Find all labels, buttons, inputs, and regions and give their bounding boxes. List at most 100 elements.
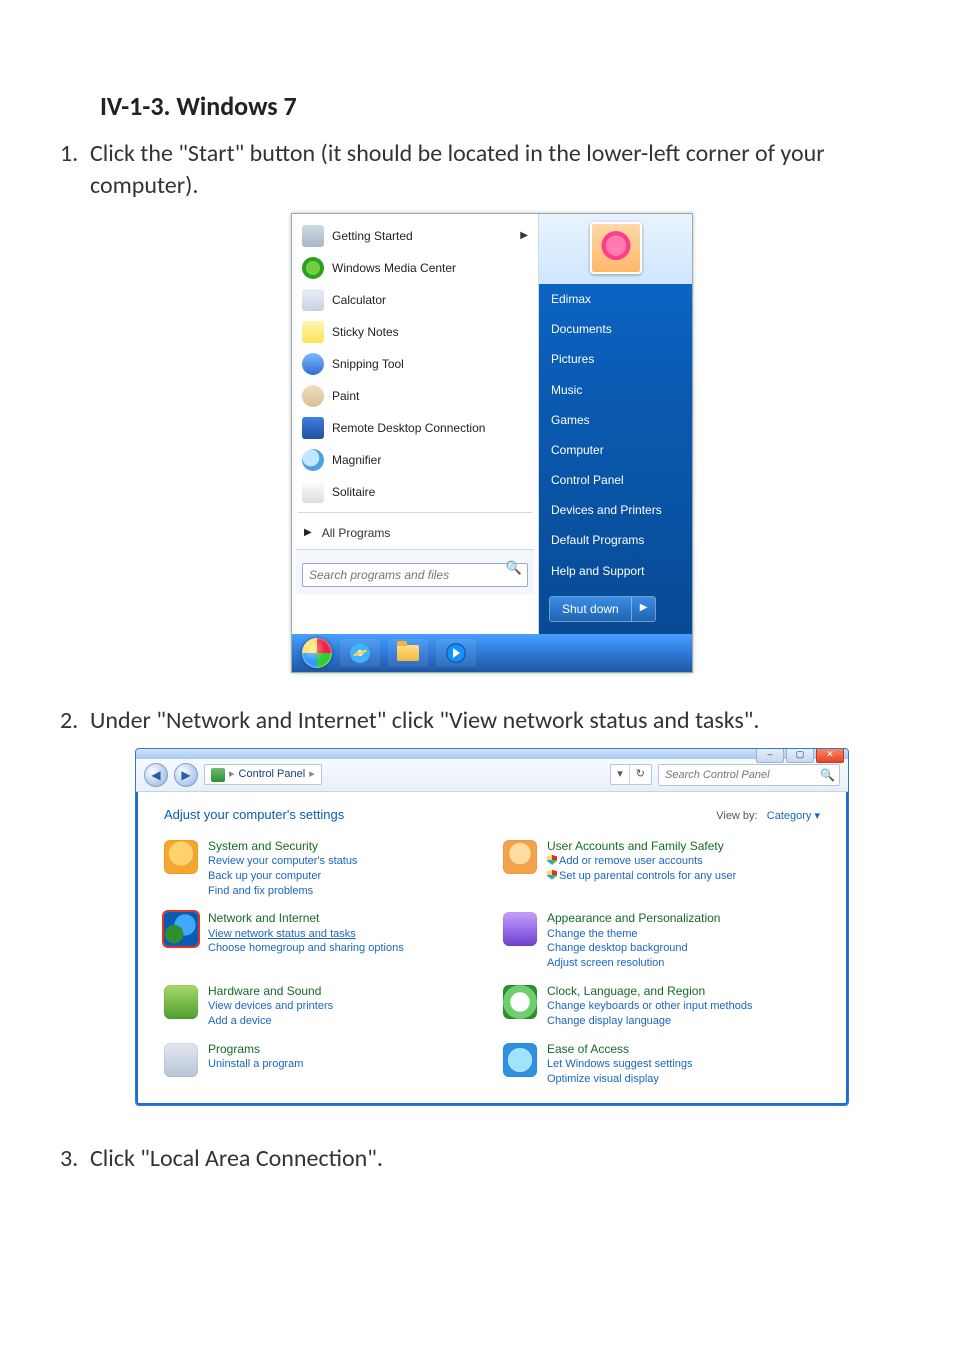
display-language-link[interactable]: Change display language: [547, 1014, 752, 1029]
network-internet-icon: [164, 912, 198, 946]
category-appearance: Appearance and Personalization Change th…: [503, 910, 820, 971]
parental-controls-link[interactable]: Set up parental controls for any user: [547, 869, 736, 884]
screen-resolution-link[interactable]: Adjust screen resolution: [547, 956, 720, 971]
optimize-display-link[interactable]: Optimize visual display: [547, 1072, 693, 1087]
appearance-icon: [503, 912, 537, 946]
program-snipping-tool[interactable]: Snipping Tool: [296, 348, 534, 380]
breadcrumb-sep-icon: ▸: [229, 767, 235, 782]
documents-link[interactable]: Documents: [539, 314, 692, 344]
homegroup-sharing-link[interactable]: Choose homegroup and sharing options: [208, 941, 404, 956]
program-paint[interactable]: Paint: [296, 380, 534, 412]
forward-button[interactable]: ▶: [174, 763, 198, 787]
category-ease-of-access: Ease of Access Let Windows suggest setti…: [503, 1041, 820, 1087]
taskbar-wmp[interactable]: [436, 639, 476, 667]
user-folder-link[interactable]: Edimax: [539, 284, 692, 314]
solitaire-icon: [302, 481, 324, 503]
change-theme-link[interactable]: Change the theme: [547, 927, 720, 942]
start-orb-icon[interactable]: [302, 638, 332, 668]
program-windows-media-center[interactable]: Windows Media Center: [296, 252, 534, 284]
maximize-button[interactable]: ▢: [786, 748, 814, 763]
change-keyboards-link[interactable]: Change keyboards or other input methods: [547, 999, 752, 1014]
help-support-link[interactable]: Help and Support: [539, 556, 692, 586]
appearance-link[interactable]: Appearance and Personalization: [547, 910, 720, 926]
start-search[interactable]: 🔍: [302, 556, 528, 588]
breadcrumb[interactable]: ▸ Control Panel ▸: [204, 764, 322, 785]
program-magnifier[interactable]: Magnifier: [296, 444, 534, 476]
computer-link[interactable]: Computer: [539, 435, 692, 465]
all-programs[interactable]: ▶ All Programs: [296, 517, 534, 549]
wmc-icon: [302, 257, 324, 279]
clock-language-link[interactable]: Clock, Language, and Region: [547, 983, 752, 999]
hardware-sound-link[interactable]: Hardware and Sound: [208, 983, 333, 999]
program-calculator[interactable]: Calculator: [296, 284, 534, 316]
back-button[interactable]: ◀: [144, 763, 168, 787]
system-security-icon: [164, 840, 198, 874]
address-history-dropdown[interactable]: ▾: [611, 765, 629, 784]
program-getting-started[interactable]: Getting Started ▶: [296, 220, 534, 252]
change-background-link[interactable]: Change desktop background: [547, 941, 720, 956]
step-2: Under "Network and Internet" click "View…: [60, 705, 894, 1115]
internet-explorer-icon: [350, 643, 370, 663]
minimize-button[interactable]: –: [756, 748, 784, 763]
suggest-settings-link[interactable]: Let Windows suggest settings: [547, 1057, 693, 1072]
taskbar-ie[interactable]: [340, 639, 380, 667]
program-label: Getting Started: [332, 228, 413, 244]
sticky-notes-icon: [302, 321, 324, 343]
step-1-text: Click the "Start" button (it should be l…: [90, 139, 825, 200]
program-solitaire[interactable]: Solitaire: [296, 476, 534, 508]
figure-start-menu: Getting Started ▶ Windows Media Center C…: [291, 213, 693, 673]
step-3-text: Click "Local Area Connection".: [90, 1144, 383, 1173]
address-refresh[interactable]: ↻: [629, 765, 651, 784]
shield-icon: [547, 855, 557, 865]
all-programs-arrow-icon: ▶: [304, 526, 312, 540]
find-fix-link[interactable]: Find and fix problems: [208, 884, 357, 899]
explorer-toolbar: ◀ ▶ ▸ Control Panel ▸ ▾ ↻: [136, 759, 848, 792]
user-accounts-link[interactable]: User Accounts and Family Safety: [547, 838, 736, 854]
shut-down-options-button[interactable]: ▶: [631, 597, 656, 621]
search-icon: 🔍: [506, 560, 522, 578]
divider: [298, 512, 532, 513]
start-search-input[interactable]: [302, 563, 528, 587]
program-label: Magnifier: [332, 452, 381, 468]
program-label: Windows Media Center: [332, 260, 456, 276]
system-security-link[interactable]: System and Security: [208, 838, 357, 854]
search-icon: 🔍: [820, 767, 835, 783]
program-remote-desktop[interactable]: Remote Desktop Connection: [296, 412, 534, 444]
folder-icon: [397, 645, 419, 661]
programs-link[interactable]: Programs: [208, 1041, 303, 1057]
category-network-internet: Network and Internet View network status…: [164, 910, 481, 971]
add-remove-accounts-link[interactable]: Add or remove user accounts: [547, 854, 736, 869]
games-link[interactable]: Games: [539, 405, 692, 435]
breadcrumb-label: Control Panel: [239, 767, 306, 782]
start-menu-programs-pane: Getting Started ▶ Windows Media Center C…: [292, 214, 539, 634]
view-network-status-link[interactable]: View network status and tasks: [208, 927, 404, 942]
control-panel-link[interactable]: Control Panel: [539, 465, 692, 495]
program-label: Snipping Tool: [332, 356, 404, 372]
program-sticky-notes[interactable]: Sticky Notes: [296, 316, 534, 348]
clock-language-icon: [503, 985, 537, 1019]
figure-control-panel: – ▢ ✕ ◀ ▶ ▸ Control Panel ▸: [135, 748, 849, 1106]
search-box[interactable]: 🔍: [658, 764, 840, 786]
view-devices-link[interactable]: View devices and printers: [208, 999, 333, 1014]
uninstall-program-link[interactable]: Uninstall a program: [208, 1057, 303, 1072]
shut-down-button[interactable]: Shut down: [550, 597, 631, 621]
network-internet-link[interactable]: Network and Internet: [208, 910, 404, 926]
devices-printers-link[interactable]: Devices and Printers: [539, 495, 692, 525]
close-button[interactable]: ✕: [816, 748, 844, 763]
address-dropdowns[interactable]: ▾ ↻: [610, 764, 652, 785]
shield-icon: [547, 870, 557, 880]
remote-desktop-icon: [302, 417, 324, 439]
pictures-link[interactable]: Pictures: [539, 344, 692, 374]
taskbar-explorer[interactable]: [388, 639, 428, 667]
category-user-accounts: User Accounts and Family Safety Add or r…: [503, 838, 820, 899]
review-status-link[interactable]: Review your computer's status: [208, 854, 357, 869]
view-by-dropdown[interactable]: Category ▾: [767, 810, 820, 822]
category-clock-language: Clock, Language, and Region Change keybo…: [503, 983, 820, 1029]
backup-link[interactable]: Back up your computer: [208, 869, 357, 884]
ease-of-access-link[interactable]: Ease of Access: [547, 1041, 693, 1057]
music-link[interactable]: Music: [539, 375, 692, 405]
add-device-link[interactable]: Add a device: [208, 1014, 333, 1029]
default-programs-link[interactable]: Default Programs: [539, 525, 692, 555]
shut-down-split-button[interactable]: Shut down ▶: [549, 596, 656, 622]
search-input[interactable]: [659, 765, 839, 785]
